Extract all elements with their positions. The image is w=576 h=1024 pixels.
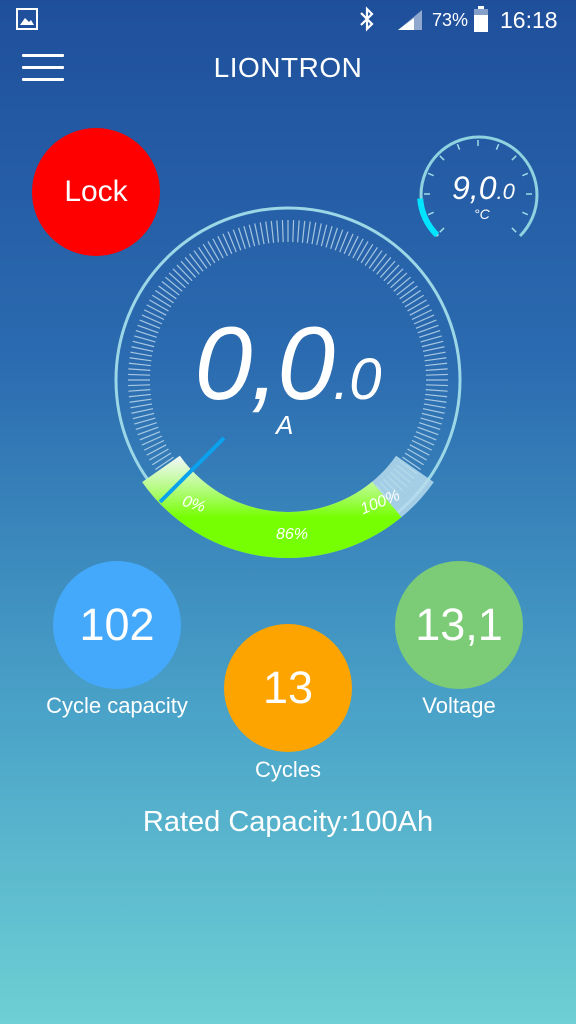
- cycles-label: Cycles: [254, 757, 321, 782]
- current-unit: A: [276, 410, 294, 440]
- battery-percent: 73%: [432, 10, 469, 30]
- temperature-unit: °C: [474, 206, 490, 222]
- clock: 16:18: [500, 7, 558, 33]
- voltage-label: Voltage: [422, 693, 496, 718]
- soc-current-label: 86%: [276, 526, 309, 543]
- current-value: 0,0.0: [194, 306, 382, 422]
- signal-icon: [398, 10, 422, 30]
- app-title: LIONTRON: [213, 52, 363, 83]
- voltage-value: 13,1: [395, 561, 523, 689]
- bluetooth-icon: [360, 6, 374, 32]
- status-bar: 73% 16:18: [0, 0, 576, 40]
- cycles-value: 13: [224, 624, 352, 752]
- battery-icon: [474, 6, 488, 32]
- cycle-capacity-label: Cycle capacity: [46, 693, 188, 718]
- gallery-icon: [16, 8, 38, 30]
- cycle-capacity-value: 102: [53, 561, 181, 689]
- rated-capacity: Rated Capacity:100Ah: [142, 806, 434, 838]
